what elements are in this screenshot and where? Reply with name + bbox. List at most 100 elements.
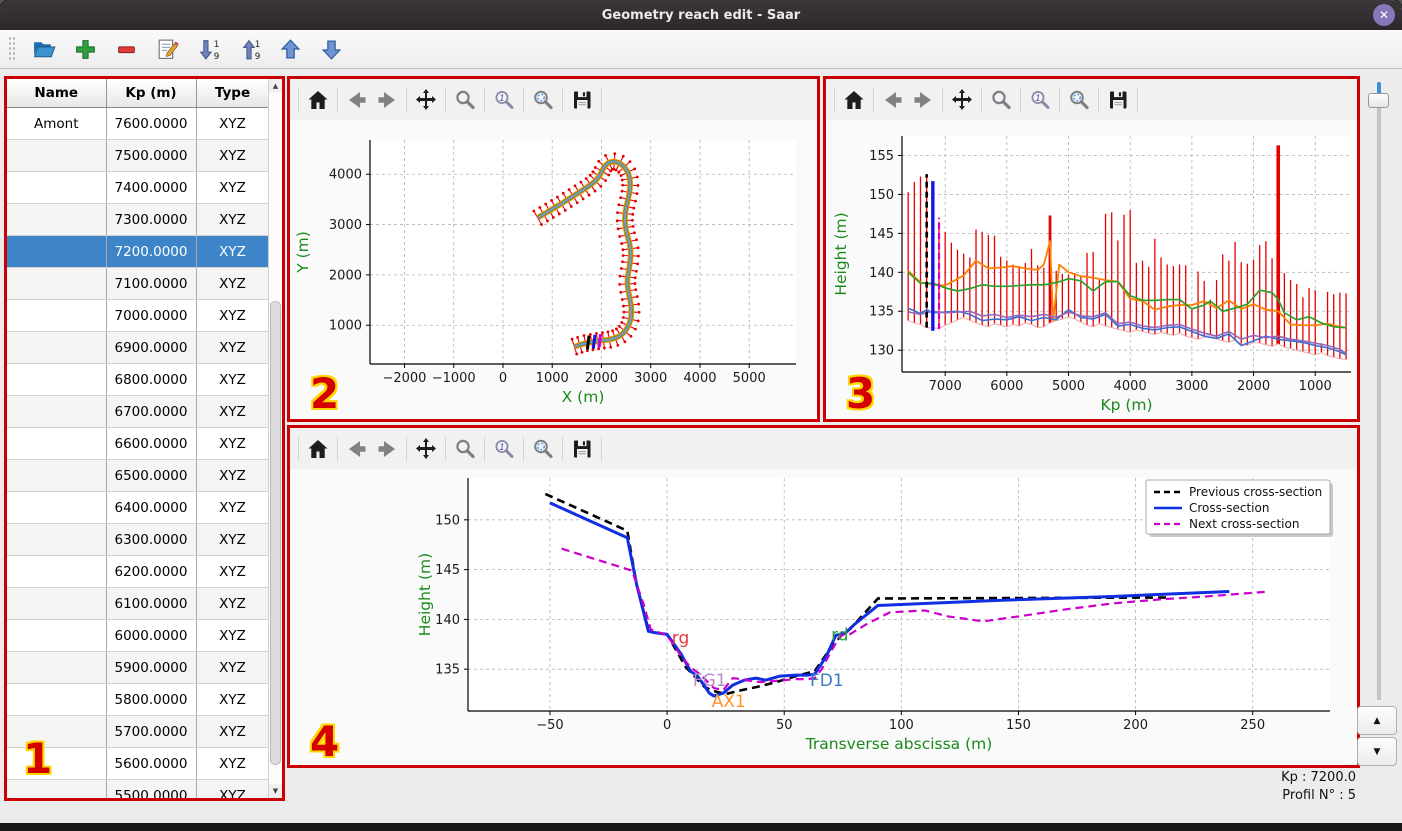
- back-button[interactable]: [342, 434, 372, 464]
- scroll-up-icon[interactable]: ▲: [269, 79, 282, 93]
- table-row[interactable]: 7400.0000 XYZ: [7, 171, 270, 204]
- home-button[interactable]: [303, 434, 333, 464]
- back-button[interactable]: [878, 85, 908, 115]
- table-row[interactable]: 6600.0000 XYZ: [7, 427, 270, 460]
- zoom-select-button[interactable]: [528, 85, 558, 115]
- table-row[interactable]: 7000.0000 XYZ: [7, 299, 270, 332]
- svg-text:−1000: −1000: [432, 371, 476, 386]
- scroll-down-icon[interactable]: ▼: [269, 784, 282, 798]
- zoom-one-button[interactable]: 1: [489, 85, 519, 115]
- zoom-one-icon: 1: [495, 439, 514, 458]
- pan-button[interactable]: [411, 434, 441, 464]
- edit-profile-button[interactable]: [153, 35, 181, 63]
- save-button[interactable]: [1103, 85, 1133, 115]
- profile-slider-track[interactable]: [1377, 82, 1381, 700]
- svg-text:0: 0: [663, 718, 671, 733]
- remove-profile-button[interactable]: [112, 35, 140, 63]
- move-up-button[interactable]: [276, 35, 304, 63]
- table-scrollbar-thumb[interactable]: [270, 301, 281, 765]
- table-row[interactable]: 6800.0000 XYZ: [7, 363, 270, 396]
- save-button[interactable]: [567, 85, 597, 115]
- svg-text:4000: 4000: [1114, 379, 1147, 394]
- home-button[interactable]: [839, 85, 869, 115]
- plan-view-plot[interactable]: −2000 −1000 0 1000 2000 3000 4000 5000 1000 2000 3…: [290, 120, 817, 419]
- pan-button[interactable]: [947, 85, 977, 115]
- table-row[interactable]: 5900.0000 XYZ: [7, 651, 270, 684]
- profile-slider-handle[interactable]: [1368, 93, 1389, 108]
- toolbar-separator: [562, 436, 563, 461]
- open-folder-button[interactable]: [30, 35, 58, 63]
- close-button[interactable]: ✕: [1373, 4, 1395, 26]
- zoom-select-button[interactable]: [528, 434, 558, 464]
- table-row[interactable]: 5800.0000 XYZ: [7, 683, 270, 716]
- longitudinal-view-panel: 1 7000 6000 5000 4000 3000 2000 1000 130 135 140 1…: [823, 76, 1360, 422]
- table-row[interactable]: 7200.0000 XYZ: [7, 235, 270, 268]
- column-header-kp[interactable]: Kp (m): [106, 79, 197, 108]
- table-row[interactable]: 6400.0000 XYZ: [7, 491, 270, 524]
- column-header-name[interactable]: Name: [7, 79, 107, 108]
- svg-text:Cross-section: Cross-section: [1189, 501, 1269, 515]
- zoom-select-icon: [534, 439, 553, 458]
- home-icon: [308, 90, 328, 109]
- table-row[interactable]: 6300.0000 XYZ: [7, 523, 270, 556]
- svg-text:1: 1: [254, 39, 260, 49]
- svg-text:Height (m): Height (m): [416, 553, 434, 636]
- table-row[interactable]: 6700.0000 XYZ: [7, 395, 270, 428]
- add-profile-icon: [75, 39, 95, 59]
- back-button[interactable]: [342, 85, 372, 115]
- window-title: Geometry reach edit - Saar: [601, 7, 801, 23]
- table-row[interactable]: 6200.0000 XYZ: [7, 555, 270, 588]
- forward-button[interactable]: [372, 434, 402, 464]
- toolbar-separator: [1098, 87, 1099, 112]
- arrow-up-icon: ▲: [1373, 715, 1381, 726]
- svg-text:2000: 2000: [329, 268, 362, 283]
- geometry-table-body: Amont 7600.0000 XYZ 7500.0000 XYZ 7400.0000 XY…: [7, 107, 270, 798]
- table-row[interactable]: 6500.0000 XYZ: [7, 459, 270, 492]
- svg-text:Y (m): Y (m): [294, 231, 312, 274]
- cross-section-plot[interactable]: −50 0 50 100 150 200 250 135 140 145 150 Transverse…: [290, 469, 1357, 765]
- svg-text:145: 145: [869, 227, 894, 242]
- status-profil: Profil N° : 5: [1282, 787, 1356, 803]
- table-row[interactable]: 6900.0000 XYZ: [7, 331, 270, 364]
- pan-button[interactable]: [411, 85, 441, 115]
- table-row[interactable]: 7500.0000 XYZ: [7, 139, 270, 172]
- table-row[interactable]: 7100.0000 XYZ: [7, 267, 270, 300]
- column-header-type[interactable]: Type: [196, 79, 270, 108]
- sort-ascending-button[interactable]: 19: [235, 35, 263, 63]
- table-row[interactable]: 6100.0000 XYZ: [7, 587, 270, 620]
- previous-profile-button[interactable]: ▲: [1357, 706, 1397, 735]
- table-row[interactable]: 7300.0000 XYZ: [7, 203, 270, 236]
- zoom-one-button[interactable]: 1: [489, 434, 519, 464]
- forward-button[interactable]: [908, 85, 938, 115]
- svg-text:2000: 2000: [585, 371, 618, 386]
- toolbar-grip-handle[interactable]: [8, 36, 15, 62]
- svg-text:FD1: FD1: [810, 671, 844, 691]
- move-down-button[interactable]: [317, 35, 345, 63]
- zoom-select-button[interactable]: [1064, 85, 1094, 115]
- save-button[interactable]: [567, 434, 597, 464]
- forward-button[interactable]: [372, 85, 402, 115]
- app-toolbar-icons: 1919: [30, 35, 345, 63]
- zoom-select-icon: [1070, 90, 1089, 109]
- longitudinal-plot[interactable]: 7000 6000 5000 4000 3000 2000 1000 130 135 140 145…: [826, 120, 1357, 419]
- sort-descending-button[interactable]: 19: [194, 35, 222, 63]
- panel-number-4: 4: [310, 717, 340, 766]
- zoom-button[interactable]: [450, 85, 480, 115]
- home-button[interactable]: [303, 85, 333, 115]
- status-kp: Kp : 7200.0: [1281, 770, 1356, 785]
- svg-text:9: 9: [254, 51, 260, 61]
- zoom-one-button[interactable]: 1: [1025, 85, 1055, 115]
- add-profile-button[interactable]: [71, 35, 99, 63]
- window-bottom-edge: [0, 823, 1402, 831]
- forward-icon: [378, 440, 395, 457]
- zoom-button[interactable]: [986, 85, 1016, 115]
- table-scrollbar[interactable]: ▲ ▼: [268, 79, 282, 798]
- next-profile-button[interactable]: ▼: [1357, 737, 1397, 766]
- svg-text:3000: 3000: [1175, 379, 1208, 394]
- svg-text:9: 9: [213, 51, 219, 61]
- status-readout: Kp : 7200.0 Profil N° : 5: [1281, 769, 1356, 804]
- table-row[interactable]: Amont 7600.0000 XYZ: [7, 107, 270, 140]
- zoom-button[interactable]: [450, 434, 480, 464]
- svg-text:140: 140: [869, 266, 894, 281]
- table-row[interactable]: 6000.0000 XYZ: [7, 619, 270, 652]
